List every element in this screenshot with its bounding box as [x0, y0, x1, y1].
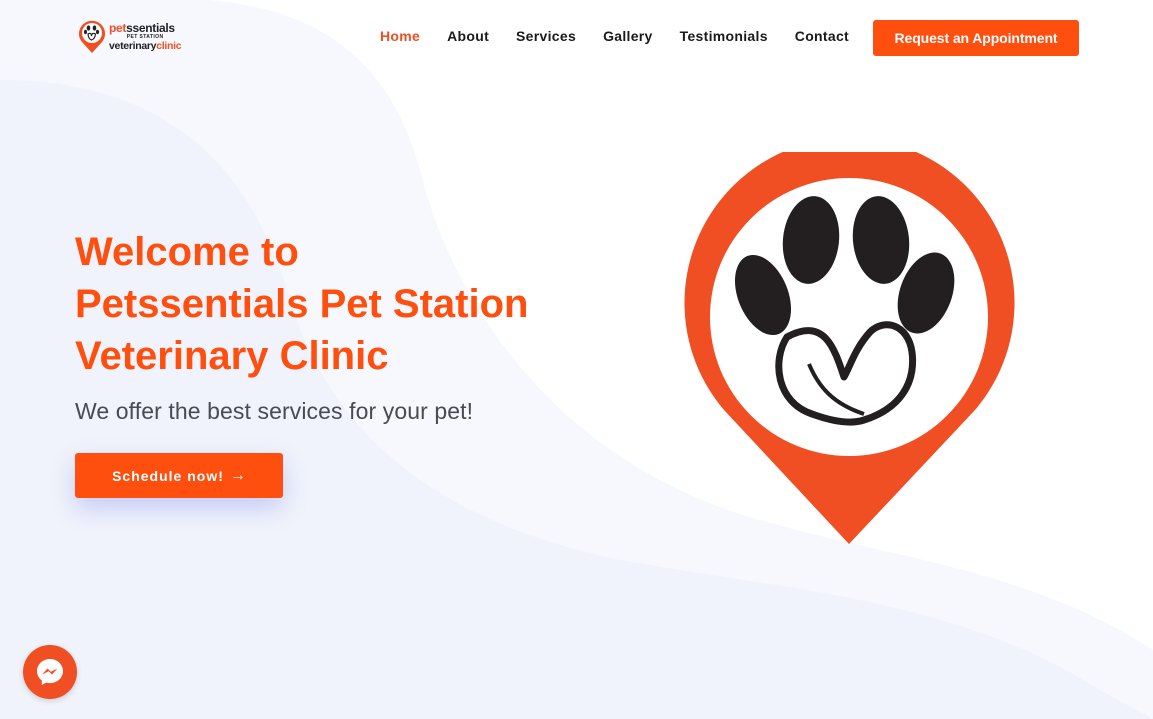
logo[interactable]: petssentials PET STATION veterinaryclini… — [78, 20, 182, 54]
schedule-now-button[interactable]: Schedule now! → — [75, 453, 283, 498]
messenger-icon — [37, 659, 63, 685]
schedule-now-label: Schedule now! — [112, 467, 224, 484]
hero-subtitle: We offer the best services for your pet! — [75, 398, 474, 424]
hero-title: Welcome to Petssentials Pet Station Vete… — [75, 226, 528, 382]
hero-title-line-3: Veterinary Clinic — [75, 334, 389, 378]
nav-services[interactable]: Services — [516, 28, 576, 44]
paw-heart-map-pin-icon — [684, 152, 1015, 544]
nav-testimonials[interactable]: Testimonials — [680, 28, 768, 44]
logo-ssentials-text: ssentials — [126, 21, 175, 36]
logo-veterinary-text: veterinary — [109, 40, 157, 53]
nav-about[interactable]: About — [447, 28, 489, 44]
logo-pet-text: pet — [109, 21, 127, 36]
nav-contact[interactable]: Contact — [795, 28, 849, 44]
hero-title-line-1: Welcome to — [75, 230, 299, 274]
messenger-chat-button[interactable] — [23, 645, 77, 699]
nav-home[interactable]: Home — [380, 28, 420, 44]
logo-clinic-text: clinic — [156, 40, 182, 53]
arrow-right-icon: → — [229, 466, 246, 484]
hero-section: Welcome to Petssentials Pet Station Vete… — [75, 226, 528, 498]
site-header: petssentials PET STATION veterinaryclini… — [0, 0, 1153, 76]
hero-title-line-2: Petssentials Pet Station — [75, 282, 529, 326]
request-appointment-button[interactable]: Request an Appointment — [873, 20, 1079, 56]
nav-gallery[interactable]: Gallery — [603, 28, 653, 44]
paw-pin-logo-icon — [79, 20, 105, 53]
main-nav: Home About Services Gallery Testimonials… — [380, 28, 876, 44]
